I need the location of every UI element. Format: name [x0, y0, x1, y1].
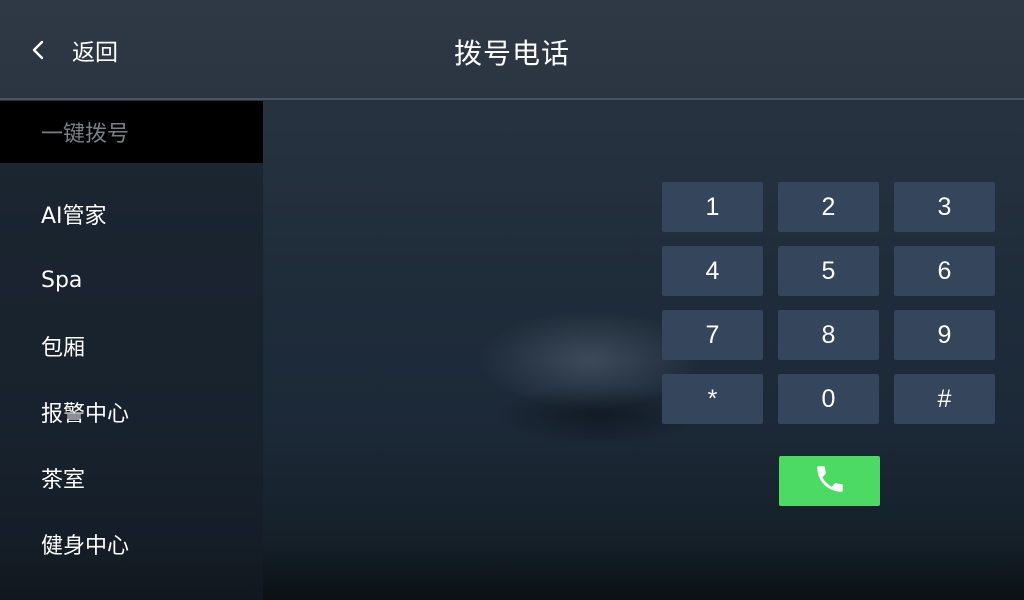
header-bar: 返回 拨号电话	[0, 0, 1024, 100]
key-6[interactable]: 6	[894, 246, 995, 296]
call-button[interactable]	[779, 456, 880, 506]
sidebar-item-spa[interactable]: Spa	[0, 247, 263, 313]
phone-icon	[813, 462, 847, 500]
key-7[interactable]: 7	[662, 310, 763, 360]
key-1[interactable]: 1	[662, 182, 763, 232]
sidebar-item-one-touch-dial[interactable]: 一键拨号	[0, 101, 263, 163]
key-9[interactable]: 9	[894, 310, 995, 360]
page-title: 拨号电话	[453, 37, 570, 70]
key-4[interactable]: 4	[662, 246, 763, 296]
key-hash[interactable]: #	[894, 374, 995, 424]
sidebar-item-alarm-center[interactable]: 报警中心	[0, 379, 263, 445]
key-5[interactable]: 5	[778, 246, 879, 296]
sidebar-item-ai-butler[interactable]: AI管家	[0, 181, 263, 247]
key-star[interactable]: *	[662, 374, 763, 424]
sidebar-item-private-room[interactable]: 包厢	[0, 313, 263, 379]
key-2[interactable]: 2	[778, 182, 879, 232]
key-0[interactable]: 0	[778, 374, 879, 424]
sidebar-item-tea-room[interactable]: 茶室	[0, 445, 263, 511]
key-3[interactable]: 3	[894, 182, 995, 232]
key-8[interactable]: 8	[778, 310, 879, 360]
sidebar: 一键拨号 AI管家 Spa 包厢 报警中心 茶室 健身中心	[0, 101, 263, 600]
dial-keypad: 1 2 3 4 5 6 7 8 9 * 0 #	[662, 182, 995, 424]
sidebar-item-fitness-center[interactable]: 健身中心	[0, 511, 263, 577]
